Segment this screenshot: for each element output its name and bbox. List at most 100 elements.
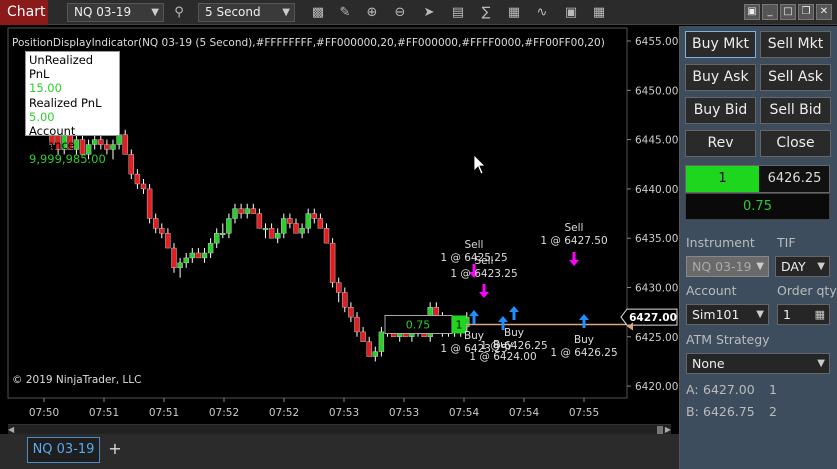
order-qty-value: 1 [783,307,791,322]
candle-body [299,228,305,234]
candle-body [311,213,317,219]
candle-body [201,252,208,259]
instrument-select-value: NQ 03-19 [692,259,752,274]
maximize-icon[interactable]: □ [780,4,796,20]
properties-icon[interactable]: ▤ [448,3,468,22]
unrealized-pnl-label: UnRealized PnL [29,53,94,82]
candle-body [183,257,189,264]
drawing-tools-icon[interactable]: ∿ [532,3,552,22]
ask-size: 1 [769,382,777,397]
chevron-down-icon: ▼ [151,7,159,18]
position-quantity: 1 [686,166,759,192]
buy-arrow-icon [579,314,589,328]
restore-icon[interactable]: ❐ [798,4,814,20]
candle-body [226,218,232,234]
trade-label-type: Buy [574,334,594,346]
interval-selector[interactable]: 5 Second ▼ [198,3,295,22]
reverse-button[interactable]: Rev [685,130,756,157]
account-balance-value: 9,999,985.00 [29,152,106,167]
bar-chart-icon[interactable]: ▩ [308,3,328,22]
account-select-value: Sim101 [692,307,740,322]
scrollbar-thumb[interactable] [657,426,663,434]
zoom-out-icon[interactable]: ⊖ [390,3,410,22]
trade-label-type: Sell [465,239,484,251]
ask-price: 6427.00 [703,382,755,397]
instrument-selector[interactable]: NQ 03-19 ▼ [67,3,164,22]
y-tick-label: 6435.00 [635,233,678,245]
sell-market-button[interactable]: Sell Mkt [760,31,831,58]
tab-nq-03-19[interactable]: NQ 03-19 [27,437,100,463]
atm-strategy-select[interactable]: None ▼ [686,353,830,374]
account-select[interactable]: Sim101 ▼ [686,304,769,325]
close-position-button[interactable]: Close [760,130,831,157]
indicator-label: PositionDisplayIndicator(NQ 03-19 (5 Sec… [12,37,605,49]
candle-body [275,233,281,239]
data-box-icon[interactable]: ▦ [589,3,609,22]
candle-body [152,218,159,229]
instrument-selector-value: NQ 03-19 [74,5,132,19]
buy-market-button[interactable]: Buy Mkt [685,31,756,58]
buy-arrow-icon [469,310,479,324]
candle-body [317,218,324,229]
quantity-selector-icon[interactable]: ▦ [815,305,825,324]
pencil-icon[interactable]: ✎ [335,3,355,22]
chart-toolbar: Chart NQ 03-19 ▼ ⚲ 5 Second ▼ ▩ ✎ ⊕ ⊖ ➤ ▤ … [0,0,837,25]
sell-ask-button[interactable]: Sell Ask [760,64,831,91]
candle-body [268,228,275,239]
buy-bid-button[interactable]: Buy Bid [685,97,756,124]
minimize-icon[interactable]: _ [762,4,778,20]
y-tick-label: 6425.00 [635,332,678,344]
position-display: 1 6426.25 [685,165,830,193]
y-tick-label: 6455.00 [635,36,678,48]
interval-selector-value: 5 Second [205,5,261,19]
chart-title-tab[interactable]: Chart [0,0,48,25]
sell-bid-button[interactable]: Sell Bid [760,97,831,124]
x-tick-label: 07:55 [569,407,599,419]
bottom-tab-bar: NQ 03-19 + [0,434,679,469]
bid-label: B: [686,404,699,419]
unrealized-pnl-value: 15.00 [29,81,62,96]
instrument-select: NQ 03-19 ▼ [686,256,769,277]
trade-label-price: 1 @ 6423.25 [450,268,517,280]
close-icon[interactable]: ✕ [816,4,832,20]
order-qty-input[interactable]: 1 ▦ [777,304,830,325]
strategies-icon[interactable]: ▦ [504,3,524,22]
pointer-icon[interactable]: ➤ [419,3,439,22]
tif-select[interactable]: DAY ▼ [775,256,830,277]
position-qty-value: 1 [456,318,463,331]
candle-body [348,307,354,318]
scroll-left-icon[interactable]: ◀ [8,425,14,434]
properties-grid-icon[interactable]: ▣ [561,3,581,22]
add-tab-button[interactable]: + [104,437,126,463]
candle-body [354,316,360,333]
candle-body [213,233,220,244]
search-icon[interactable]: ⚲ [169,3,189,22]
candle-body [342,292,348,308]
zoom-in-icon[interactable]: ⊕ [362,3,382,22]
chart-trader-panel: Buy Mkt Sell Mkt Buy Ask Sell Ask Buy Bi… [679,26,837,469]
trade-label-type: Sell [565,222,584,234]
candle-body [116,134,122,145]
indicators-icon[interactable]: ∑ [476,3,496,22]
candle-body [293,223,299,234]
chart-scrollbar[interactable]: ◀ ▶ [8,424,671,434]
candle-body [281,218,287,234]
buy-ask-button[interactable]: Buy Ask [685,64,756,91]
candle-body [232,208,238,219]
scroll-right-icon[interactable]: ▶ [665,425,671,434]
candle-body [378,331,385,352]
candle-body [171,247,177,268]
candle-body [146,188,153,219]
chart-panel[interactable]: 6455.00 6450.00 6445.00 6440.00 6435.00 6430.… [0,26,679,422]
ask-label: A: [686,382,699,397]
trade-label-price: 1 @ 6426.25 [550,347,617,359]
buy-arrow-icon [509,306,519,320]
trade-label-price: 1 @ 6424.00 [469,351,536,363]
x-tick-label: 07:52 [209,407,239,419]
candle-body [134,173,141,185]
tif-label: TIF [777,235,796,250]
atm-strategy-value: None [692,356,725,371]
window-icon[interactable]: ▣ [744,4,760,20]
candle-body [305,213,311,229]
x-tick-label: 07:50 [29,407,59,419]
